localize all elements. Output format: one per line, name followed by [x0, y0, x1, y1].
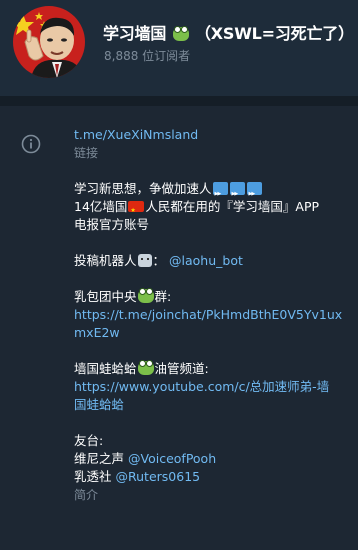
description-line-1-text: 学习新思想，争做加速人 [74, 181, 212, 196]
robot-icon [137, 254, 152, 267]
group-link-part-1[interactable]: https://t.me/joinchat/PkHmdBthE0V5Yv1ux [74, 306, 342, 324]
channel-link[interactable]: t.me/XueXiNmsland [74, 126, 198, 144]
youtube-label-a: 墙国蛙蛤蛤 [74, 361, 137, 376]
friend-2-name: 乳透社 [74, 469, 112, 484]
group-label-b: 群: [154, 289, 172, 304]
bot-line: 投稿机器人 ： @laohu_bot [74, 252, 342, 270]
bot-separator: ： [152, 253, 166, 268]
description-line-2: 14亿墙国人民都在用的『学习墙国』APP [74, 198, 342, 220]
description-line-2a: 14亿墙国 [74, 199, 128, 214]
group-link-part-2[interactable]: mxE2w [74, 324, 342, 342]
youtube-label-b: 油管频道: [154, 361, 209, 376]
friend-2-handle-link[interactable]: @Ruters0615 [116, 469, 201, 484]
group-label-a: 乳包团中央 [74, 289, 137, 304]
channel-title-suffix: （XSWL=习死亡了） [194, 24, 354, 43]
friend-line-2: 乳透社 @Ruters0615 [74, 468, 342, 486]
frog-icon [137, 288, 154, 303]
channel-title: 学习墙国 （XSWL=习死亡了） [103, 20, 354, 44]
channel-header: 学习墙国 （XSWL=习死亡了） 8,888 位订阅者 [0, 0, 358, 96]
link-caption: 链接 [74, 146, 99, 160]
fast-forward-icon [246, 182, 262, 203]
description-line-3: 电报官方账号 [74, 217, 150, 232]
youtube-link-part-1[interactable]: https://www.youtube.com/c/总加速师弟-墙 [74, 378, 342, 396]
description-section: 学习新思想，争做加速人 14亿墙国人民都在用的『学习墙国』APP 电报官方账号 … [74, 180, 342, 504]
section-divider [0, 96, 358, 106]
description-caption: 简介 [74, 488, 99, 502]
friend-1-handle-link[interactable]: @VoiceofPooh [128, 451, 216, 466]
subscriber-count: 8,888 位订阅者 [104, 49, 191, 63]
friend-1-name: 维尼之声 [74, 451, 125, 466]
fast-forward-icon [212, 182, 228, 203]
channel-info-panel: t.me/XueXiNmsland 链接 学习新思想，争做加速人 14亿墙国人民… [0, 106, 358, 550]
fast-forward-icon [229, 182, 245, 203]
avatar-image [13, 6, 85, 78]
china-flag-icon [128, 201, 145, 220]
youtube-link-part-2[interactable]: 国蛙蛤蛤 [74, 396, 342, 414]
bot-handle-link[interactable]: @laohu_bot [169, 253, 243, 268]
frog-icon [172, 26, 189, 41]
frog-icon [137, 360, 154, 375]
channel-title-text: 学习墙国 [103, 24, 167, 43]
description-line-1: 学习新思想，争做加速人 [74, 180, 342, 203]
channel-avatar[interactable] [13, 6, 85, 78]
link-section: t.me/XueXiNmsland 链接 [74, 126, 198, 162]
info-icon [21, 134, 41, 154]
bot-label: 投稿机器人 [74, 253, 137, 268]
youtube-line: 墙国蛙蛤蛤 油管频道: [74, 360, 342, 378]
friend-line-1: 维尼之声 @VoiceofPooh [74, 450, 342, 468]
group-line: 乳包团中央 群: [74, 288, 342, 306]
friends-label: 友台: [74, 433, 104, 448]
